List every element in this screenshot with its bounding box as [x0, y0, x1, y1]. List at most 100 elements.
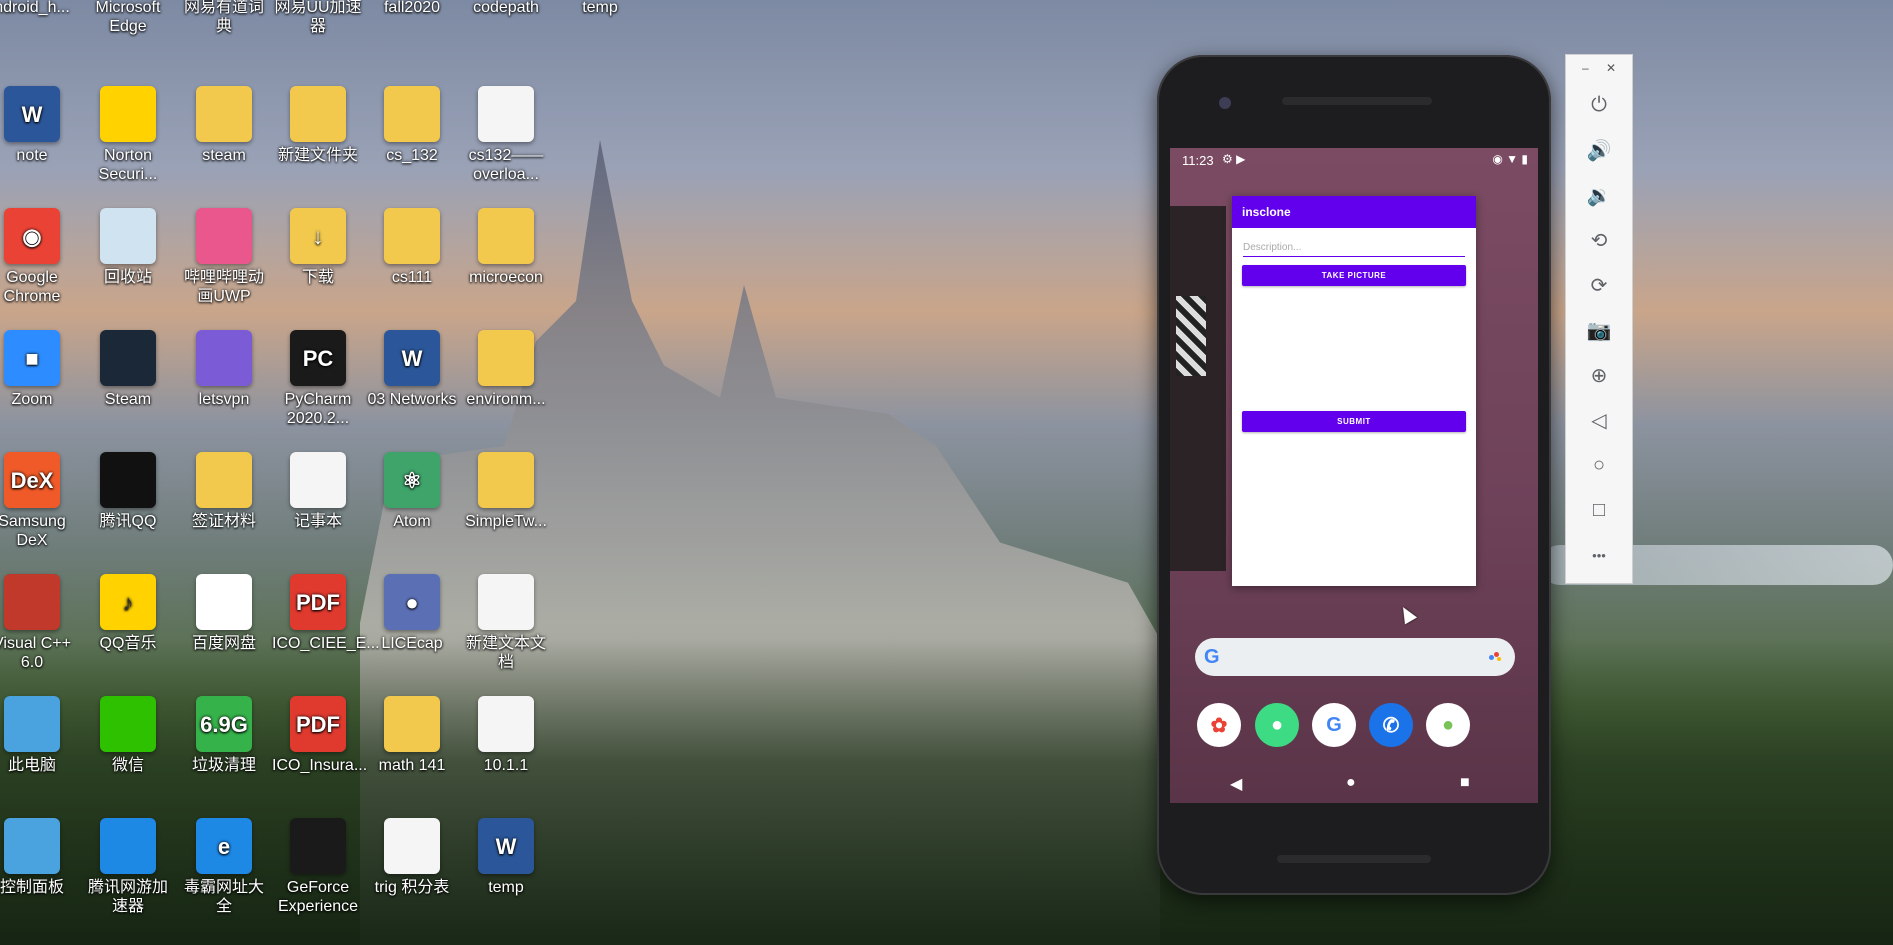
home-icon[interactable]: ○	[1566, 443, 1632, 488]
desktop-icon-label: note	[16, 147, 48, 164]
desktop-icon[interactable]: 腾讯网游加速器	[82, 818, 174, 916]
nav-back-icon[interactable]: ◀	[1230, 774, 1242, 794]
desktop-icon[interactable]: Visual C++ 6.0	[0, 574, 78, 672]
desktop-icon-label: QQ音乐	[99, 635, 157, 652]
desktop-icon-label: cs111	[391, 269, 433, 286]
dock-app-google-icon[interactable]: G	[1312, 703, 1356, 747]
volume-up-icon[interactable]: 🔊	[1566, 128, 1632, 173]
google-search-bar[interactable]: G	[1195, 638, 1515, 676]
desktop-icon[interactable]: microecon	[460, 208, 552, 287]
desktop-icon[interactable]: PDF ICO_CIEE_E...	[272, 574, 380, 653]
desktop-icon[interactable]: 新建文本文档	[460, 574, 552, 672]
nav-home-icon[interactable]: ●	[1346, 774, 1356, 792]
desktop-icon[interactable]: Steam	[82, 330, 174, 409]
dock-app-android-app-icon[interactable]: ●	[1426, 703, 1470, 747]
desktop-icon[interactable]: trig 积分表	[366, 818, 458, 897]
nav-recents-icon[interactable]: ■	[1460, 774, 1470, 792]
back-icon[interactable]: ◁	[1566, 398, 1632, 443]
desktop-icon[interactable]: ⚛ Atom	[366, 452, 458, 531]
desktop-icon[interactable]: environm...	[460, 330, 552, 409]
take-picture-button[interactable]: TAKE PICTURE	[1242, 265, 1466, 286]
desktop-icon[interactable]: codepath	[460, 0, 552, 17]
desktop-icon[interactable]: temp	[554, 0, 646, 17]
desktop-icon[interactable]: GeForce Experience	[272, 818, 364, 916]
desktop-icon[interactable]: 回收站	[82, 208, 174, 287]
desktop-icon[interactable]: 此电脑	[0, 696, 78, 775]
rotate-left-icon[interactable]: ⟲	[1566, 218, 1632, 263]
desktop-icon[interactable]: 腾讯QQ	[82, 452, 174, 531]
desktop-icon[interactable]: 微信	[82, 696, 174, 775]
desktop-icon[interactable]: 记事本	[272, 452, 364, 531]
desktop-icon[interactable]: PC PyCharm 2020.2...	[272, 330, 364, 428]
desktop-icon[interactable]: 百度网盘	[178, 574, 270, 653]
desktop-icon[interactable]: Wtemp	[460, 818, 552, 897]
desktop-icon-label: 哔哩哔哩动画UWP	[183, 269, 264, 305]
desktop-icon[interactable]: fall2020	[366, 0, 458, 17]
desktop-icon[interactable]: ● LICEcap	[366, 574, 458, 653]
minimize-icon[interactable]: –	[1582, 61, 1589, 75]
desktop-icon[interactable]: letsvpn	[178, 330, 270, 409]
desktop-icon-image	[384, 696, 440, 752]
desktop-icon-image	[384, 818, 440, 874]
desktop-icon[interactable]: W 03 Networks	[366, 330, 458, 409]
desktop-icon[interactable]: eMicrosoft Edge	[82, 0, 174, 36]
desktop-icon-image: DeX	[4, 452, 60, 508]
desktop-icon[interactable]: ↓ 下载	[272, 208, 364, 287]
desktop-icon[interactable]: Norton Securi...	[82, 86, 174, 184]
desktop-icon[interactable]: DeX Samsung DeX	[0, 452, 78, 550]
desktop-icon-image	[384, 208, 440, 264]
recent-app-card-previous[interactable]	[1170, 206, 1226, 571]
desktop-icon[interactable]: 6.9G 垃圾清理	[178, 696, 270, 775]
desktop-icon-label: SimpleTw...	[465, 513, 547, 530]
desktop-icon[interactable]: 签证材料	[178, 452, 270, 531]
recent-app-card-insclone[interactable]: insclone Description... TAKE PICTURE SUB…	[1232, 196, 1476, 586]
desktop-icon[interactable]: 哔哩哔哩动画UWP	[178, 208, 270, 306]
desktop-icon[interactable]: 控制面板	[0, 818, 78, 897]
desktop-icon[interactable]: cs132——overloa...	[460, 86, 552, 184]
desktop-icon-image: W	[4, 86, 60, 142]
desktop-icon[interactable]: cs111	[366, 208, 458, 287]
power-icon[interactable]: ⏻	[1566, 83, 1632, 128]
status-time: 11:23	[1182, 153, 1214, 168]
desktop-icon[interactable]: 10.1.1	[460, 696, 552, 775]
dock-app-phone-icon[interactable]: ✆	[1369, 703, 1413, 747]
desktop-icon[interactable]: ◉ Google Chrome	[0, 208, 78, 306]
description-field[interactable]: Description...	[1243, 240, 1465, 257]
desktop-icon-image	[4, 818, 60, 874]
desktop-icon[interactable]: ■ Zoom	[0, 330, 78, 409]
phone-screen[interactable]: 11:23 ⚙ ▶ ◉ ▼ ▮ insclone Description... …	[1170, 148, 1538, 803]
dock-app-photos-icon[interactable]: ✿	[1197, 703, 1241, 747]
desktop-icon[interactable]: math 141	[366, 696, 458, 775]
google-assistant-icon[interactable]	[1489, 652, 1503, 662]
desktop-icon-label: 10.1.1	[483, 757, 529, 774]
more-icon[interactable]: •••	[1566, 533, 1632, 578]
desktop-icon-image: ●	[384, 574, 440, 630]
zoom-icon[interactable]: ⊕	[1566, 353, 1632, 398]
desktop-icon[interactable]: SimpleTw...	[460, 452, 552, 531]
rotate-right-icon[interactable]: ⟳	[1566, 263, 1632, 308]
desktop-icon[interactable]: ndroid_h...	[0, 0, 78, 17]
desktop-icon-label: Samsung DeX	[0, 513, 66, 549]
close-icon[interactable]: ✕	[1606, 61, 1616, 75]
desktop-icon[interactable]: Wnote	[0, 86, 78, 165]
dock-app-android-icon[interactable]: ●	[1255, 703, 1299, 747]
desktop-icon-image	[100, 696, 156, 752]
overview-icon[interactable]: □	[1566, 488, 1632, 533]
desktop-icon[interactable]: e 毒霸网址大全	[178, 818, 270, 916]
desktop-icon-image: W	[478, 818, 534, 874]
volume-down-icon[interactable]: 🔉	[1566, 173, 1632, 218]
launcher-dock: ✿ ● G ✆ ●	[1170, 703, 1538, 753]
desktop-icon[interactable]: 网易有道词典	[178, 0, 270, 36]
desktop-icon[interactable]: 新建文件夹	[272, 86, 364, 165]
desktop-icon-label: 签证材料	[191, 513, 256, 530]
desktop-icon[interactable]: cs_132	[366, 86, 458, 165]
camera-icon[interactable]: 📷	[1566, 308, 1632, 353]
desktop-icon[interactable]: 网易UU加速器	[272, 0, 364, 36]
desktop-icon[interactable]: ♪ QQ音乐	[82, 574, 174, 653]
desktop-icon[interactable]: PDF ICO_Insura...	[272, 696, 367, 775]
desktop-icon-label: ICO_CIEE_E...	[272, 635, 380, 652]
desktop-icon[interactable]: steam	[178, 86, 270, 165]
submit-button[interactable]: SUBMIT	[1242, 411, 1466, 432]
desktop-icon-label: 此电脑	[7, 757, 56, 774]
status-system-icons: ◉ ▼ ▮	[1492, 152, 1528, 166]
